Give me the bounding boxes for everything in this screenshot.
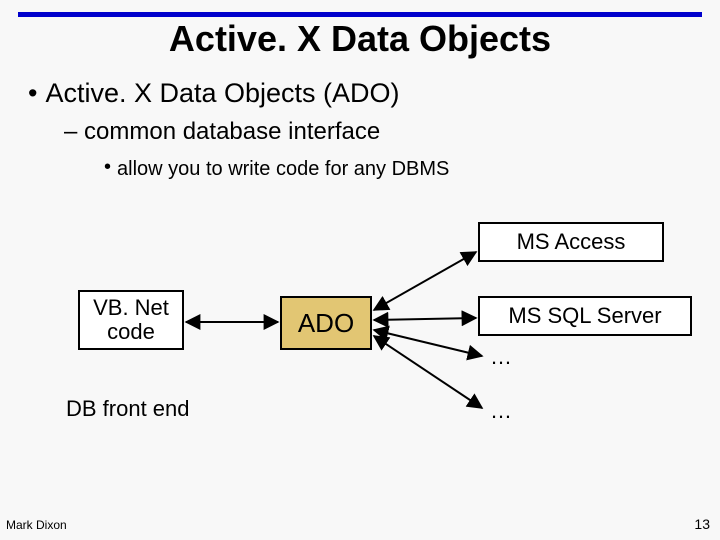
bullet1-text: Active. X Data Objects (ADO) — [45, 78, 399, 108]
box-ado: ADO — [280, 296, 372, 350]
bullet-level-2: – common database interface — [64, 118, 380, 146]
box-vbnet-line1: VB. Net — [93, 295, 169, 320]
box-ms-access: MS Access — [478, 222, 664, 262]
box-vbnet-code: VB. Net code — [78, 290, 184, 350]
label-db-frontend: DB front end — [66, 396, 190, 422]
box-ms-sql-server: MS SQL Server — [478, 296, 692, 336]
ellipsis-2: … — [490, 398, 512, 424]
footer-page-number: 13 — [694, 516, 710, 532]
footer-author: Mark Dixon — [6, 518, 67, 532]
title-rule — [18, 12, 702, 17]
bullet-level-1: • Active. X Data Objects (ADO) — [28, 78, 400, 109]
bullet3-text: allow you to write code for any DBMS — [117, 158, 449, 180]
ellipsis-1: … — [490, 344, 512, 370]
bullet-dot: • — [28, 78, 37, 108]
bullet-dot-small: • — [104, 156, 111, 178]
bullet-level-3: • allow you to write code for any DBMS — [104, 158, 449, 181]
box-vbnet-line2: code — [107, 319, 155, 344]
slide-title: Active. X Data Objects — [0, 18, 720, 60]
